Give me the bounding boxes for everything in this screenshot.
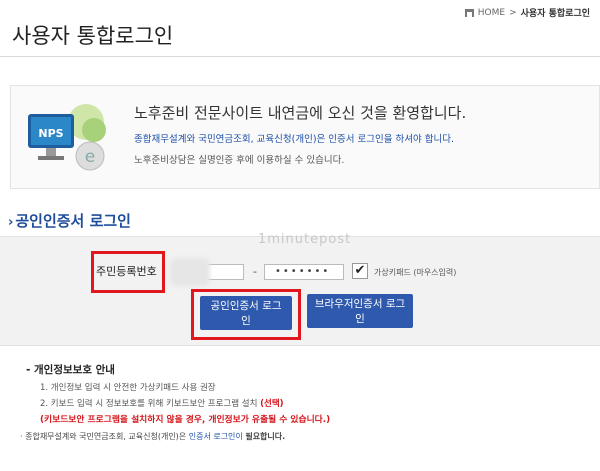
- svg-text:e: e: [85, 147, 95, 167]
- rrn-back-input[interactable]: •••••••: [264, 264, 344, 280]
- virtual-keypad-checkbox[interactable]: ✔: [352, 263, 368, 279]
- breadcrumb-home[interactable]: HOME: [478, 8, 505, 18]
- nps-logo-text: NPS: [38, 127, 63, 140]
- breadcrumb-current: 사용자 통합로그인: [520, 9, 590, 19]
- footer-highlight: 인증서 로그인이: [188, 432, 243, 441]
- privacy-title: - 개인정보보호 안내: [26, 364, 115, 376]
- breadcrumb-separator: >: [509, 7, 517, 18]
- watermark: 1minutepost: [258, 232, 352, 247]
- privacy-warning: (키보드보안 프로그램을 설치하지 않을 경우, 개인정보가 유출될 수 있습니…: [40, 415, 331, 425]
- chevron-right-icon: ›: [8, 215, 14, 230]
- privacy-item-2: 2. 키보드 입력 시 정보보호를 위해 키보드보안 프로그램 설치 (선택): [40, 399, 284, 409]
- welcome-title: 노후준비 전문사이트 내연금에 오신 것을 환영합니다.: [134, 104, 467, 122]
- nps-monitor-icon: NPS e: [28, 104, 106, 171]
- highlight-box-cert-button: [191, 289, 301, 340]
- welcome-notice-cert: 종합재무설계와 국민연금조회, 교육신청(개인)은 인증서 로그인을 하셔야 합…: [134, 134, 454, 145]
- virtual-keypad-label: 가상키패드 (마우스입력): [374, 268, 457, 277]
- privacy-item-1: 1. 개인정보 입력 시 안전한 가상키패드 사용 권장: [40, 383, 216, 393]
- rrn-dash: -: [253, 265, 257, 278]
- page-title: 사용자 통합로그인: [12, 24, 174, 48]
- section-title-text: 공인인증서 로그인: [15, 212, 131, 230]
- redaction-blur: [170, 258, 210, 286]
- breadcrumb: HOME > 사용자 통합로그인: [464, 6, 590, 19]
- title-divider: [0, 56, 600, 57]
- section-title: › 공인인증서 로그인: [8, 210, 131, 231]
- highlight-box-rrn: [91, 251, 165, 293]
- privacy-item-2-note: (선택): [260, 399, 284, 409]
- home-icon[interactable]: [464, 8, 474, 17]
- welcome-notice-counsel: 노후준비상담은 실명인증 후에 이용하실 수 있습니다.: [134, 155, 345, 166]
- footer-note: · 종합재무설계와 국민연금조회, 교육신청(개인)은 인증서 로그인이 필요합…: [20, 432, 286, 441]
- browser-cert-login-button[interactable]: 브라우저인증서 로그인: [307, 294, 413, 328]
